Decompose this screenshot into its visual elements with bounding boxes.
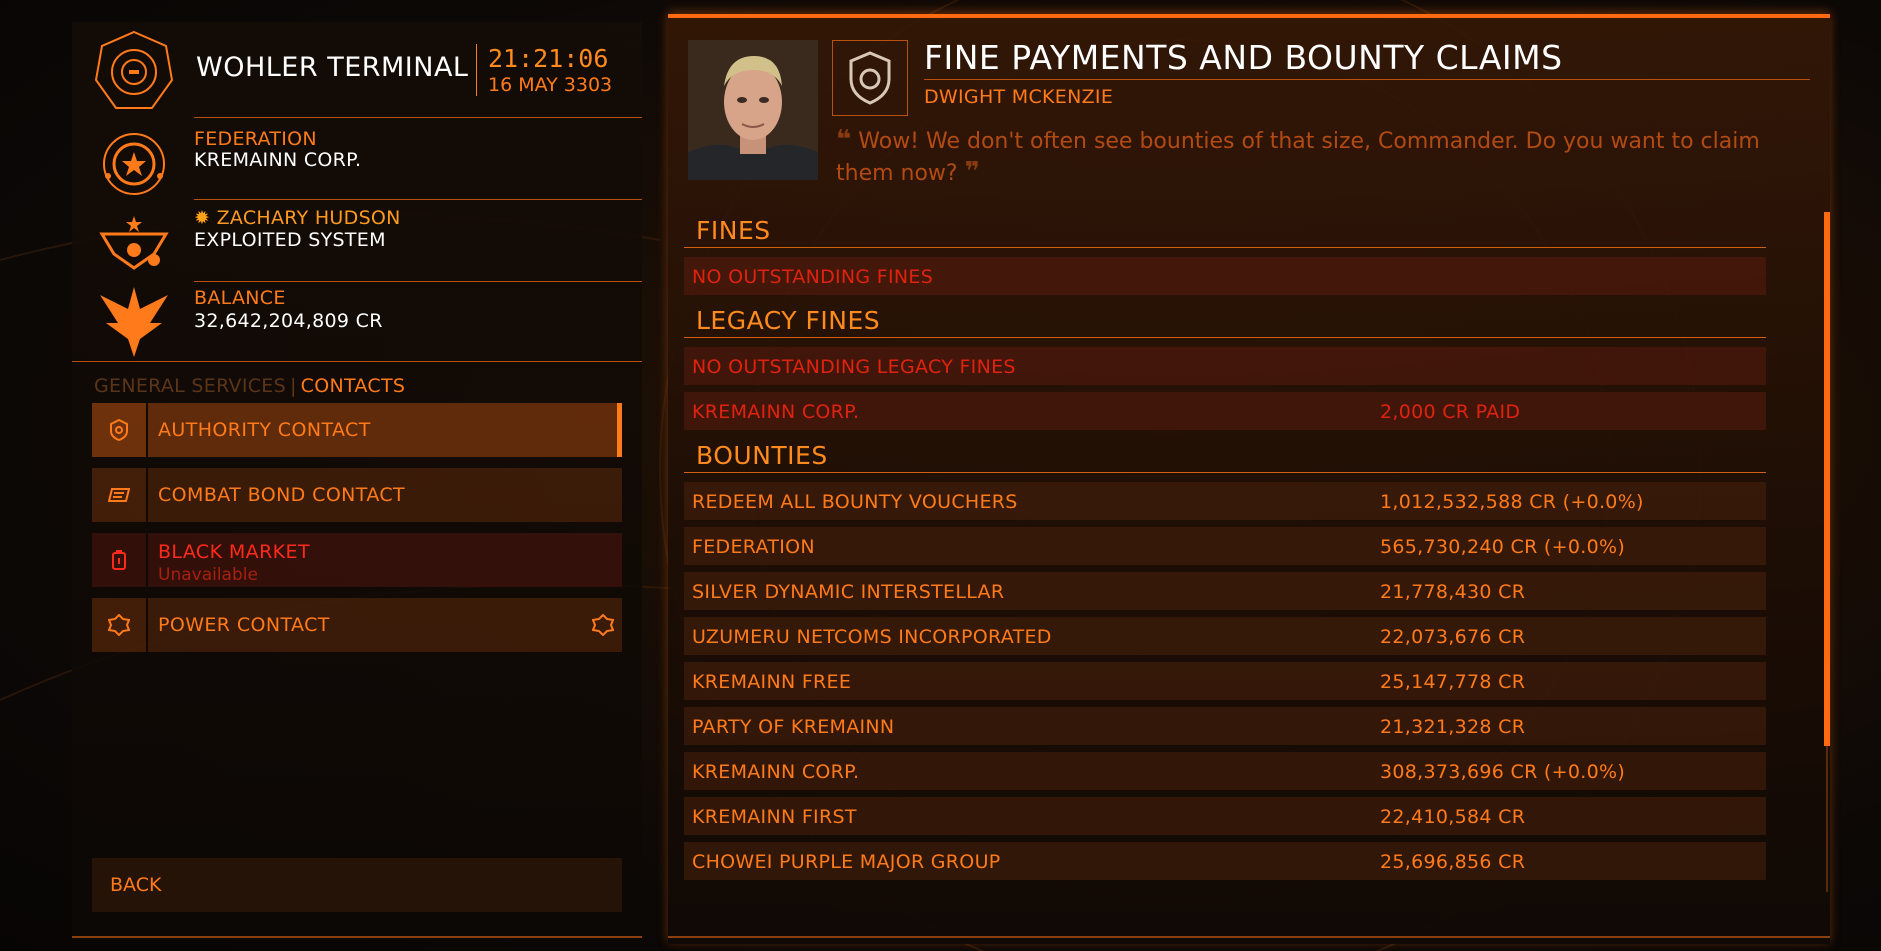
power-name-label: ZACHARY HUDSON xyxy=(216,207,401,229)
power-icon xyxy=(108,614,130,636)
avatar xyxy=(688,40,818,180)
bounty-row[interactable]: SILVER DYNAMIC INTERSTELLAR 21,778,430 C… xyxy=(684,572,1766,610)
station-logo-icon xyxy=(94,30,174,109)
authority-icon xyxy=(110,419,128,441)
power-contact-label: POWER CONTACT xyxy=(158,614,330,636)
bounty-row[interactable]: KREMAINN FIRST 22,410,584 CR xyxy=(684,797,1766,835)
bounty-name: UZUMERU NETCOMS INCORPORATED xyxy=(692,626,1052,648)
bounty-row[interactable]: PARTY OF KREMAINN 21,321,328 CR xyxy=(684,707,1766,745)
quote-open-icon: ❝ xyxy=(836,125,852,155)
balance-label: BALANCE xyxy=(194,287,286,309)
legacy-fine-value: 2,000 CR PAID xyxy=(1380,401,1521,423)
power-emblem-icon xyxy=(99,216,169,270)
bounty-row[interactable]: FEDERATION 565,730,240 CR (+0.0%) xyxy=(684,527,1766,565)
game-clock: 21:21:06 xyxy=(488,44,609,73)
section-fines: FINES xyxy=(696,216,771,245)
back-label: BACK xyxy=(110,874,162,896)
bounty-name: KREMAINN CORP. xyxy=(692,761,860,783)
bounty-row[interactable]: CHOWEI PURPLE MAJOR GROUP 25,696,856 CR xyxy=(684,842,1766,880)
combat-bond-icon xyxy=(108,488,130,502)
bounty-value: 565,730,240 CR (+0.0%) xyxy=(1380,536,1626,558)
bounty-value: 22,410,584 CR xyxy=(1380,806,1526,828)
title-divider xyxy=(924,79,1810,80)
divider xyxy=(72,936,642,938)
menu-icon-box xyxy=(92,468,146,522)
quote-close-icon: ❞ xyxy=(964,157,980,187)
bounty-row[interactable]: REDEEM ALL BOUNTY VOUCHERS 1,012,532,588… xyxy=(684,482,1766,520)
black-market-label: BLACK MARKET xyxy=(158,541,310,563)
back-button[interactable]: BACK xyxy=(92,858,622,912)
fine-row: NO OUTSTANDING FINES xyxy=(684,257,1766,295)
federation-icon xyxy=(103,133,165,195)
bounty-name: PARTY OF KREMAINN xyxy=(692,716,895,738)
page-title: FINE PAYMENTS AND BOUNTY CLAIMS xyxy=(924,38,1563,77)
power-state: EXPLOITED SYSTEM xyxy=(194,229,386,251)
authority-contact-button[interactable]: AUTHORITY CONTACT xyxy=(92,403,622,457)
bounty-value: 1,012,532,588 CR (+0.0%) xyxy=(1380,491,1644,513)
contact-name: DWIGHT MCKENZIE xyxy=(924,86,1114,108)
authority-badge xyxy=(832,40,908,116)
bounty-name: REDEEM ALL BOUNTY VOUCHERS xyxy=(692,491,1018,513)
balance-value: 32,642,204,809 CR xyxy=(194,310,383,332)
black-market-button[interactable]: BLACK MARKET Unavailable xyxy=(92,533,622,587)
black-market-icon xyxy=(112,550,126,570)
divider xyxy=(668,936,1830,938)
tab-general-services[interactable]: GENERAL SERVICES xyxy=(94,375,286,397)
power-contact-button[interactable]: POWER CONTACT xyxy=(92,598,622,652)
section-bounties: BOUNTIES xyxy=(696,441,828,470)
black-market-status: Unavailable xyxy=(158,565,258,585)
bounty-value: 21,778,430 CR xyxy=(1380,581,1526,603)
combat-bond-contact-label: COMBAT BOND CONTACT xyxy=(158,484,406,506)
controlling-faction: KREMAINN CORP. xyxy=(194,149,362,171)
contact-quote: ❝ Wow! We don't often see bounties of th… xyxy=(836,125,1806,189)
combat-bond-contact-button[interactable]: COMBAT BOND CONTACT xyxy=(92,468,622,522)
menu-icon-box xyxy=(92,533,146,587)
legacy-fine-name: NO OUTSTANDING LEGACY FINES xyxy=(692,356,1016,378)
fine-name: NO OUTSTANDING FINES xyxy=(692,266,934,288)
authority-contact-label: AUTHORITY CONTACT xyxy=(158,419,371,441)
bounty-value: 308,373,696 CR (+0.0%) xyxy=(1380,761,1626,783)
game-date: 16 MAY 3303 xyxy=(488,74,613,96)
elite-rank-icon xyxy=(100,287,168,357)
tab-contacts[interactable]: CONTACTS xyxy=(301,375,406,397)
section-legacy-fines: LEGACY FINES xyxy=(696,306,881,335)
bounty-name: CHOWEI PURPLE MAJOR GROUP xyxy=(692,851,1001,873)
station-name: WOHLER TERMINAL xyxy=(196,52,469,83)
menu-icon-box xyxy=(92,403,146,457)
bounty-value: 21,321,328 CR xyxy=(1380,716,1526,738)
legacy-fine-row[interactable]: KREMAINN CORP. 2,000 CR PAID xyxy=(684,392,1766,430)
bounty-row[interactable]: KREMAINN CORP. 308,373,696 CR (+0.0%) xyxy=(684,752,1766,790)
tab-separator: | xyxy=(289,375,297,397)
section-divider xyxy=(684,472,1766,473)
section-divider xyxy=(684,247,1766,248)
power-symbol-icon xyxy=(592,614,614,636)
bounty-name: FEDERATION xyxy=(692,536,815,558)
authority-shield-icon xyxy=(849,51,891,105)
divider xyxy=(194,117,642,118)
divider xyxy=(194,199,642,200)
menu-icon-box xyxy=(92,598,146,652)
legacy-fine-name: KREMAINN CORP. xyxy=(692,401,860,423)
contact-portrait xyxy=(688,40,818,180)
faction-allegiance: FEDERATION xyxy=(194,128,317,150)
bounty-value: 22,073,676 CR xyxy=(1380,626,1526,648)
bounty-row[interactable]: UZUMERU NETCOMS INCORPORATED 22,073,676 … xyxy=(684,617,1766,655)
bounty-row[interactable]: KREMAINN FREE 25,147,778 CR xyxy=(684,662,1766,700)
power-name: ✹ ZACHARY HUDSON xyxy=(194,207,401,229)
header-divider xyxy=(476,44,477,96)
selection-indicator xyxy=(617,403,622,457)
divider xyxy=(194,281,642,282)
section-divider xyxy=(684,337,1766,338)
bounty-name: KREMAINN FREE xyxy=(692,671,852,693)
bounty-name: SILVER DYNAMIC INTERSTELLAR xyxy=(692,581,1005,603)
bounty-value: 25,147,778 CR xyxy=(1380,671,1526,693)
scrollbar-thumb[interactable] xyxy=(1824,212,1830,746)
bounty-value: 25,696,856 CR xyxy=(1380,851,1526,873)
legacy-fine-row: NO OUTSTANDING LEGACY FINES xyxy=(684,347,1766,385)
power-sun-icon: ✹ xyxy=(194,207,211,229)
bounty-name: KREMAINN FIRST xyxy=(692,806,857,828)
divider xyxy=(72,361,642,362)
services-tabs: GENERAL SERVICES | CONTACTS xyxy=(94,375,405,397)
